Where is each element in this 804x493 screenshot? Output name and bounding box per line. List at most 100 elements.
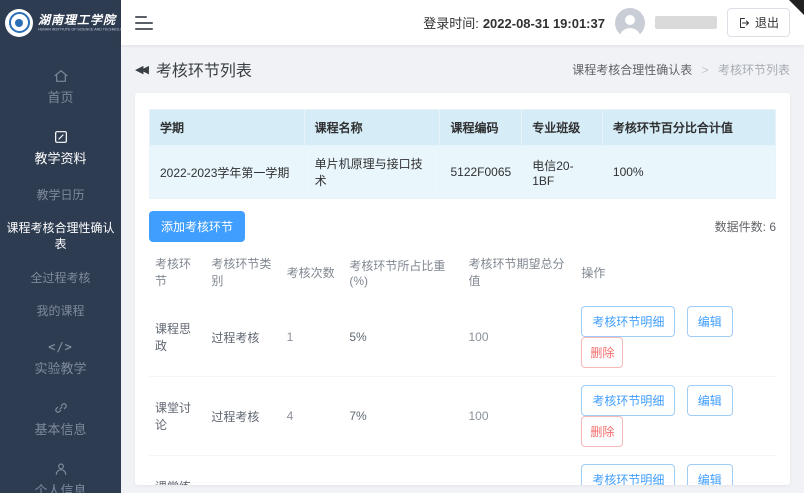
column-header: 课程名称 [304, 110, 440, 146]
cell-total-score: 100 [462, 456, 575, 486]
column-header: 考核环节类别 [205, 246, 280, 298]
table-row: 课程思政 过程考核 1 5% 100 考核环节明细 编辑 删除 [149, 298, 776, 377]
sidebar-item-personal-info[interactable]: 个人信息 [0, 450, 121, 493]
user-silhouette-icon [615, 8, 645, 38]
logout-icon [738, 17, 750, 29]
sidebar-item-course-assessment-confirm[interactable]: 课程考核合理性确认表 [0, 212, 121, 261]
cell-total-score: 100 [462, 298, 575, 377]
cell-semester: 2022-2023学年第一学期 [150, 146, 305, 199]
page-title: 考核环节列表 [156, 57, 252, 81]
table-row: 课堂讨论 过程考核 4 7% 100 考核环节明细 编辑 删除 [149, 377, 776, 456]
cell-weight: 5% [343, 298, 462, 377]
cell-course-name: 单片机原理与接口技术 [304, 146, 440, 199]
sidebar-item-basic-info[interactable]: 基本信息 [0, 389, 121, 450]
app-window: 湖南理工学院 HUNAN INSTITUTE OF SCIENCE AND TE… [0, 0, 804, 493]
table-row: 2022-2023学年第一学期 单片机原理与接口技术 5122F0065 电信2… [150, 146, 776, 199]
university-name-cn: 湖南理工学院 [38, 11, 116, 28]
column-header: 操作 [575, 246, 776, 298]
breadcrumb-item[interactable]: 课程考核合理性确认表 [572, 63, 692, 77]
cell-class: 电信20-1BF [522, 146, 603, 199]
assessment-table: 考核环节 考核环节类别 考核次数 考核环节所占比重(%) 考核环节期望总分值 操… [149, 246, 776, 485]
sidebar-item-home[interactable]: 首页 [0, 57, 121, 118]
logout-button[interactable]: 退出 [727, 8, 790, 37]
table-header-row: 考核环节 考核环节类别 考核次数 考核环节所占比重(%) 考核环节期望总分值 操… [149, 246, 776, 298]
edit-document-icon [53, 129, 69, 145]
breadcrumb-item-current: 考核环节列表 [718, 63, 790, 77]
sidebar-item-label: 全过程考核 [30, 271, 90, 287]
masked-username [655, 16, 717, 29]
cell-weight: 7% [343, 377, 462, 456]
breadcrumb: 课程考核合理性确认表 > 考核环节列表 [572, 61, 790, 78]
sidebar-item-label: 个人信息 [34, 483, 86, 493]
cell-course-code: 5122F0065 [440, 146, 522, 199]
cell-weight: 9% [343, 456, 462, 486]
sidebar-item-my-courses[interactable]: 我的课程 [0, 295, 121, 329]
column-header: 考核环节所占比重(%) [343, 246, 462, 298]
content-area: ◀◀ 考核环节列表 课程考核合理性确认表 > 考核环节列表 学期 课程名称 [121, 45, 804, 493]
column-header: 考核环节 [149, 246, 205, 298]
university-name-en: HUNAN INSTITUTE OF SCIENCE AND TECHNOLOG… [38, 28, 85, 32]
sidebar-item-label: 课程考核合理性确认表 [6, 221, 115, 252]
edit-button[interactable]: 编辑 [687, 306, 733, 337]
sidebar-item-label: 我的课程 [36, 304, 84, 320]
edit-button[interactable]: 编辑 [687, 464, 733, 485]
university-logo: 湖南理工学院 HUNAN INSTITUTE OF SCIENCE AND TE… [0, 0, 121, 45]
table-row: 课堂练习 过程考核 5 9% 100 考核环节明细 编辑 删除 [149, 456, 776, 486]
content-card: 学期 课程名称 课程编码 专业班级 考核环节百分比合计值 2022-2023学年… [135, 93, 790, 485]
sidebar-item-experiment-teaching[interactable]: </> 实验教学 [0, 329, 121, 389]
sidebar-item-label: 教学资料 [34, 151, 86, 168]
sidebar-item-label: 基本信息 [34, 422, 86, 439]
home-icon [53, 68, 69, 84]
avatar[interactable] [615, 8, 645, 38]
sidebar-item-label: 实验教学 [34, 361, 86, 378]
login-time: 登录时间:2022-08-31 19:01:37 [423, 13, 605, 32]
sidebar-item-teaching-materials[interactable]: 教学资料 [0, 118, 121, 179]
sidebar-item-teaching-calendar[interactable]: 教学日历 [0, 179, 121, 213]
sidebar-item-whole-process-assessment[interactable]: 全过程考核 [0, 262, 121, 296]
cell-category: 过程考核 [205, 298, 280, 377]
cell-actions: 考核环节明细 编辑 删除 [575, 456, 776, 486]
cell-process: 课堂讨论 [149, 377, 205, 456]
cell-category: 过程考核 [205, 377, 280, 456]
add-assessment-button[interactable]: 添加考核环节 [149, 211, 245, 242]
column-header: 学期 [150, 110, 305, 146]
data-count: 数据件数: 6 [715, 218, 776, 235]
column-header: 课程编码 [440, 110, 522, 146]
cell-total-score: 100 [462, 377, 575, 456]
code-icon: </> [48, 340, 73, 356]
cell-actions: 考核环节明细 编辑 删除 [575, 377, 776, 456]
column-header: 考核次数 [281, 246, 344, 298]
edit-button[interactable]: 编辑 [687, 385, 733, 416]
detail-button[interactable]: 考核环节明细 [581, 385, 675, 416]
delete-button[interactable]: 删除 [581, 416, 623, 447]
main-area: 登录时间:2022-08-31 19:01:37 退出 ◀◀ 考核环节列表 课程 [121, 0, 804, 493]
cell-process: 课程思政 [149, 298, 205, 377]
column-header: 专业班级 [522, 110, 603, 146]
menu-toggle-icon[interactable] [135, 16, 153, 30]
sidebar-item-label: 首页 [47, 90, 73, 107]
link-icon [53, 400, 69, 416]
breadcrumb-separator: > [702, 63, 709, 77]
course-info-table: 学期 课程名称 课程编码 专业班级 考核环节百分比合计值 2022-2023学年… [149, 109, 776, 199]
sidebar-menu: 首页 教学资料 教学日历 课程考核合理性确认表 全过程考核 我的课程 </> 实… [0, 45, 121, 493]
table-header-row: 学期 课程名称 课程编码 专业班级 考核环节百分比合计值 [150, 110, 776, 146]
back-arrows-icon[interactable]: ◀◀ [135, 63, 149, 76]
column-header: 考核环节百分比合计值 [602, 110, 775, 146]
cell-percentage-total: 100% [602, 146, 775, 199]
cell-process: 课堂练习 [149, 456, 205, 486]
delete-button[interactable]: 删除 [581, 337, 623, 368]
cell-times: 4 [281, 377, 344, 456]
column-header: 考核环节期望总分值 [462, 246, 575, 298]
detail-button[interactable]: 考核环节明细 [581, 464, 675, 485]
cell-category: 过程考核 [205, 456, 280, 486]
cell-times: 1 [281, 298, 344, 377]
sidebar: 湖南理工学院 HUNAN INSTITUTE OF SCIENCE AND TE… [0, 0, 121, 493]
user-icon [53, 461, 69, 477]
cell-actions: 考核环节明细 编辑 删除 [575, 298, 776, 377]
corner-fold-artifact [789, 0, 804, 15]
cell-times: 5 [281, 456, 344, 486]
university-logo-icon [5, 9, 33, 37]
topbar: 登录时间:2022-08-31 19:01:37 退出 [121, 0, 804, 45]
sidebar-item-label: 教学日历 [36, 188, 84, 204]
detail-button[interactable]: 考核环节明细 [581, 306, 675, 337]
